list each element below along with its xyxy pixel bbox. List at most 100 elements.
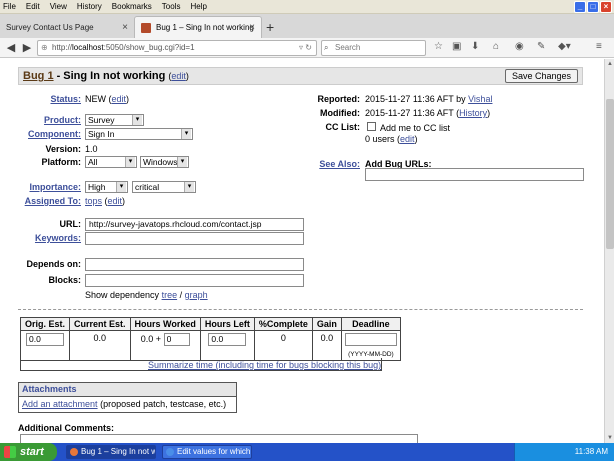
close-tab-icon[interactable]: × [249,22,255,33]
close-tab-icon[interactable]: × [122,22,128,33]
url-field[interactable]: http://survey-javatops.rhcloud.com/conta… [85,218,304,231]
status-edit-link[interactable]: edit [112,94,127,104]
current-est-header: Current Est. [69,317,131,331]
attachments-title: Attachments [19,383,236,397]
time-tracking-table: Orig. Est. Current Est. Hours Worked Hou… [19,317,401,361]
site-info-icon[interactable]: ⊕ [41,41,48,55]
menu-bookmarks[interactable]: Bookmarks [112,2,152,11]
cc-edit-link[interactable]: edit [400,134,415,144]
back-icon[interactable]: ◀ [3,40,19,56]
url-host: localhost [72,43,104,52]
severity-select[interactable]: critical [132,181,196,193]
clock: 11:38 AM [574,447,608,456]
tab-strip: Survey Contact Us Page × Bug 1 – Sing In… [0,14,614,38]
status-label[interactable]: Status: [40,94,81,104]
minimize-icon[interactable]: _ [574,1,586,13]
tab-survey-contact[interactable]: Survey Contact Us Page × [0,16,134,38]
maximize-icon[interactable]: □ [587,1,599,13]
dependency-graph-link[interactable]: graph [185,290,208,300]
addon-icon[interactable]: ◆▾ [558,41,571,52]
download-icon[interactable]: ⬇ [471,41,479,52]
priority-select[interactable]: High [85,181,128,193]
importance-label[interactable]: Importance: [20,182,81,192]
hamburger-menu-icon[interactable]: ≡ [596,41,602,52]
depends-on-label: Depends on: [26,259,81,269]
url-prefix: http:// [52,43,73,52]
hours-add-input[interactable]: 0 [163,333,190,346]
nav-bar: ◀ ▶ ⊕ http://localhost:5050/show_bug.cgi… [0,38,614,58]
product-label[interactable]: Product: [30,115,81,125]
depends-on-field[interactable] [85,258,304,271]
reported-label: Reported: [317,94,360,104]
bug-page: Bug 1 - Sing In not working (edit) Save … [0,59,604,443]
reporter-link[interactable]: Vishal [468,94,492,104]
orig-est-input[interactable]: 0.0 [26,333,64,346]
reload-icon[interactable]: ▿ ↻ [299,41,312,55]
url-bar[interactable]: ⊕ http://localhost:5050/show_bug.cgi?id=… [37,40,317,56]
bug-urls-field[interactable] [365,168,584,181]
keywords-field[interactable] [85,232,304,245]
scroll-down-icon[interactable]: ▼ [606,435,614,441]
assignee-link[interactable]: tops [85,196,102,206]
product-select[interactable]: Survey [85,114,144,126]
os-select[interactable]: Windows [140,156,189,168]
comment-textarea[interactable] [20,434,418,443]
search-input[interactable]: ⌕ Search [321,40,426,56]
scroll-up-icon[interactable]: ▲ [606,61,614,67]
page-scrollbar[interactable]: ▲ ▼ [604,59,614,443]
close-icon[interactable]: × [600,1,612,13]
deadline-input[interactable] [344,333,397,346]
version-label: Version: [45,144,81,154]
menu-edit[interactable]: Edit [26,2,40,11]
blocks-field[interactable] [85,274,304,287]
see-also-label[interactable]: See Also: [300,159,360,169]
menu-file[interactable]: File [3,2,16,11]
add-me-to-cc-checkbox[interactable] [367,122,376,131]
component-select[interactable]: Sign In [85,128,193,140]
assignee-edit-link[interactable]: edit [108,196,123,206]
start-button[interactable]: start [0,443,57,461]
hours-left-input[interactable]: 0.0 [208,333,247,346]
task-label: Edit values for which ... [177,447,252,456]
reading-list-icon[interactable]: ▣ [452,41,461,52]
taskbar-item-firefox-bug[interactable]: Bug 1 – Sing In not w... [66,445,156,459]
platform-label: Platform: [41,157,81,167]
tab-label: Survey Contact Us Page [6,22,94,32]
keywords-label[interactable]: Keywords: [20,233,81,243]
summarize-time-link[interactable]: Summarize time (including time for bugs … [148,360,381,370]
screenshot-icon[interactable]: ✎ [537,41,545,52]
component-label[interactable]: Component: [20,129,81,139]
platform-select[interactable]: All [85,156,137,168]
attachments-body: Add an attachment (proposed patch, testc… [19,397,236,411]
chat-icon[interactable]: ◉ [515,41,524,52]
forward-icon[interactable]: ▶ [19,40,35,56]
menu-help[interactable]: Help [190,2,206,11]
hours-worked-header: Hours Worked [129,317,201,331]
history-link[interactable]: History [459,108,487,118]
deadline-cell: (YYYY-MM-DD) [340,330,401,361]
bookmark-star-icon[interactable]: ☆ [434,41,443,52]
assigned-to-label[interactable]: Assigned To: [20,196,81,206]
add-attachment-link[interactable]: Add an attachment [22,399,98,409]
firefox-icon [70,448,78,456]
start-label: start [20,446,44,458]
bug-id-link[interactable]: Bug 1 [23,70,54,82]
save-changes-button[interactable]: Save Changes [504,69,578,83]
cc-users: 0 users (edit) [365,134,418,144]
edit-title-link[interactable]: edit [171,71,186,81]
home-icon[interactable]: ⌂ [493,41,499,52]
additional-comments-label: Additional Comments: [18,423,114,433]
tab-bug-1[interactable]: Bug 1 – Sing In not working × [134,16,262,38]
taskbar-item-edit-values[interactable]: Edit values for which ... [162,445,252,459]
menu-tools[interactable]: Tools [162,2,181,11]
new-tab-icon[interactable]: + [266,19,274,35]
url-path: :5050/show_bug.cgi?id=1 [103,43,195,52]
add-attachment-hint: (proposed patch, testcase, etc.) [100,399,227,409]
modified-value: 2015-11-27 11:36 AFT (History) [365,108,491,118]
scroll-thumb[interactable] [606,99,614,249]
menu-view[interactable]: View [50,2,67,11]
browser-icon [166,448,174,456]
hours-worked-value: 0.0 + [140,334,162,344]
menu-history[interactable]: History [77,2,102,11]
dependency-tree-link[interactable]: tree [162,290,178,300]
